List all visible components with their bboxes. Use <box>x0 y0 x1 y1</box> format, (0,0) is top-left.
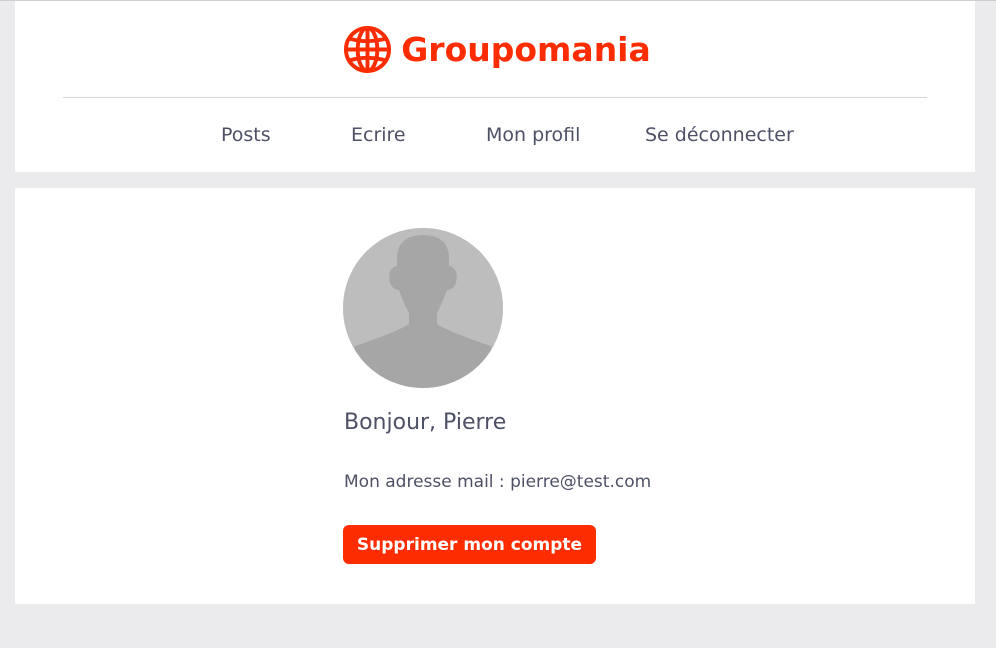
avatar <box>343 228 503 388</box>
header-divider <box>63 97 927 98</box>
site-header: Groupomania Posts Ecrire Mon profil Se d… <box>15 1 975 172</box>
profile-card: Bonjour, Pierre Mon adresse mail : pierr… <box>15 188 975 604</box>
brand-link[interactable]: Groupomania <box>343 25 651 74</box>
main-nav: Posts Ecrire Mon profil Se déconnecter <box>15 124 975 150</box>
profile-email: Mon adresse mail : pierre@test.com <box>344 472 652 492</box>
nav-ecrire[interactable]: Ecrire <box>351 124 406 146</box>
nav-posts[interactable]: Posts <box>221 124 271 146</box>
nav-se-deconnecter[interactable]: Se déconnecter <box>645 124 794 146</box>
nav-mon-profil[interactable]: Mon profil <box>486 124 580 146</box>
brand-name: Groupomania <box>401 29 651 69</box>
profile-greeting: Bonjour, Pierre <box>344 410 507 435</box>
brand: Groupomania <box>15 23 975 75</box>
default-user-avatar-icon <box>343 228 503 388</box>
delete-account-button[interactable]: Supprimer mon compte <box>343 525 596 564</box>
globe-icon <box>344 25 392 73</box>
